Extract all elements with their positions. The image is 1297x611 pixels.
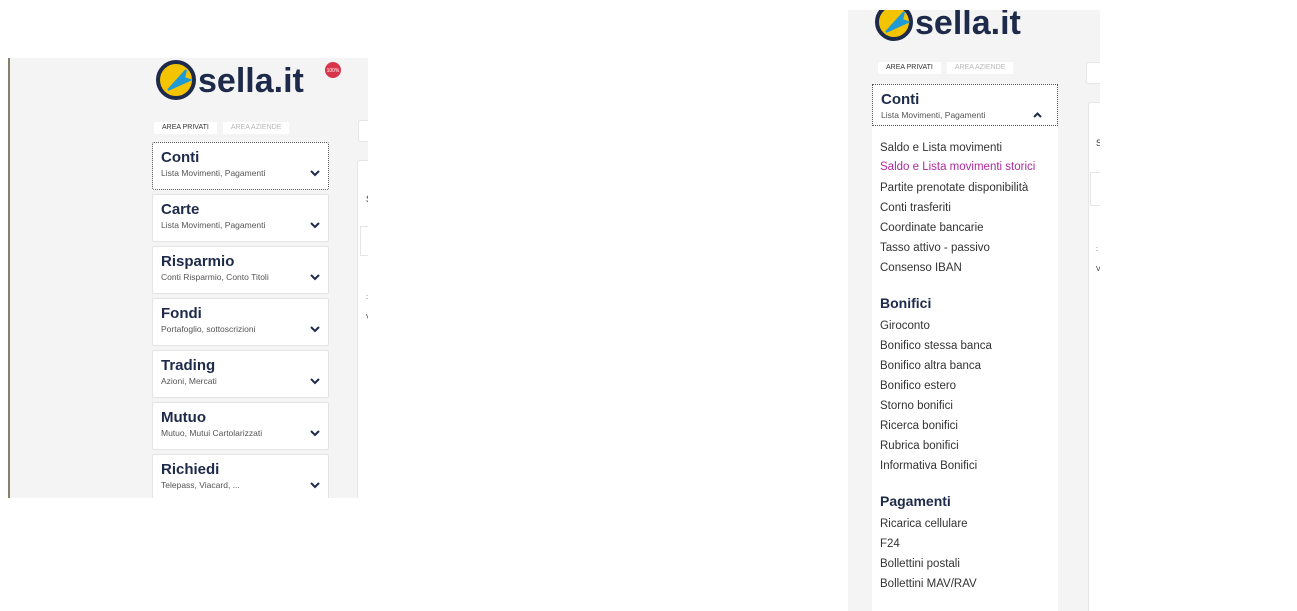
link-coordinate-bancarie[interactable]: Coordinate bancarie <box>880 218 1058 238</box>
content-text-fragment: : <box>1096 246 1098 253</box>
content-tab-edge <box>358 120 368 142</box>
menu-card-richiedi[interactable]: Richiedi Telepass, Viacard, ... <box>152 454 329 498</box>
menu-card-subtitle: Conti Risparmio, Conto Titoli <box>161 272 269 282</box>
logo-badge-text: 100% <box>327 68 340 74</box>
logo-text: sella.it <box>198 62 304 100</box>
menu-card-subtitle: Telepass, Viacard, ... <box>161 480 240 490</box>
section-title-bonifici: Bonifici <box>880 295 932 311</box>
left-screenshot-panel: sella.it 100% AREA PRIVATI AREA AZIENDE … <box>8 58 368 498</box>
menu-card-title: Mutuo <box>161 409 206 426</box>
chevron-down-icon[interactable] <box>310 273 320 281</box>
link-saldo-lista-movimenti-storici[interactable]: Saldo e Lista movimenti storici <box>880 158 1040 178</box>
menu-card-subtitle: Lista Movimenti, Pagamenti <box>881 110 986 120</box>
link-storno-bonifici[interactable]: Storno bonifici <box>880 396 1058 416</box>
tab-area-aziende[interactable]: AREA AZIENDE <box>222 122 290 134</box>
link-saldo-lista-movimenti[interactable]: Saldo e Lista movimenti <box>880 138 1058 158</box>
menu-card-title: Fondi <box>161 305 202 322</box>
menu-card-subtitle: Lista Movimenti, Pagamenti <box>161 168 266 178</box>
link-bonifico-altra-banca[interactable]: Bonifico altra banca <box>880 356 1058 376</box>
link-bollettini-postali[interactable]: Bollettini postali <box>880 554 1058 574</box>
menu-card-risparmio[interactable]: Risparmio Conti Risparmio, Conto Titoli <box>152 246 329 294</box>
area-tabs: AREA PRIVATI AREA AZIENDE <box>878 62 1048 74</box>
logo-text: sella.it <box>915 10 1021 42</box>
link-tasso-attivo-passivo[interactable]: Tasso attivo - passivo <box>880 238 1058 258</box>
link-giroconto[interactable]: Giroconto <box>880 316 1058 336</box>
tab-area-privati[interactable]: AREA PRIVATI <box>878 62 941 74</box>
chevron-down-icon[interactable] <box>310 221 320 229</box>
menu-card-subtitle: Mutuo, Mutui Cartolarizzati <box>161 428 263 438</box>
link-informativa-bonifici[interactable]: Informativa Bonifici <box>880 456 1058 476</box>
chevron-down-icon[interactable] <box>310 325 320 333</box>
menu-card-fondi[interactable]: Fondi Portafoglio, sottoscrizioni <box>152 298 329 346</box>
link-consenso-iban[interactable]: Consenso IBAN <box>880 258 1058 278</box>
chevron-down-icon[interactable] <box>310 377 320 385</box>
menu-card-carte[interactable]: Carte Lista Movimenti, Pagamenti <box>152 194 329 242</box>
link-bonifico-stessa-banca[interactable]: Bonifico stessa banca <box>880 336 1058 356</box>
tab-area-privati[interactable]: AREA PRIVATI <box>154 122 217 134</box>
content-text-fragment: V <box>366 314 368 321</box>
sella-logo[interactable]: sella.it <box>868 10 1048 44</box>
menu-card-subtitle: Azioni, Mercati <box>161 376 217 386</box>
link-conti-trasferiti[interactable]: Conti trasferiti <box>880 198 1058 218</box>
menu-card-title: Richiedi <box>161 461 220 478</box>
sella-logo[interactable]: sella.it 100% <box>148 58 348 116</box>
menu-card-title: Conti <box>161 149 200 166</box>
content-field-edge <box>360 226 368 256</box>
link-partite-prenotate[interactable]: Partite prenotate disponibilità <box>880 178 1058 198</box>
link-ricarica-cellulare[interactable]: Ricarica cellulare <box>880 514 1058 534</box>
right-screenshot-panel: sella.it AREA PRIVATI AREA AZIENDE S : V… <box>848 10 1100 611</box>
left-menu: Conti Lista Movimenti, Pagamenti Carte L… <box>152 142 329 498</box>
menu-card-conti-expanded[interactable]: Conti Lista Movimenti, Pagamenti <box>872 84 1058 126</box>
content-field-edge <box>1090 172 1100 206</box>
link-ricerca-bonifici[interactable]: Ricerca bonifici <box>880 416 1058 436</box>
menu-card-conti[interactable]: Conti Lista Movimenti, Pagamenti <box>152 142 329 190</box>
menu-card-subtitle: Portafoglio, sottoscrizioni <box>161 324 256 334</box>
chevron-down-icon[interactable] <box>310 169 320 177</box>
link-bollettini-mav-rav[interactable]: Bollettini MAV/RAV <box>880 574 1058 594</box>
link-f24[interactable]: F24 <box>880 534 1058 554</box>
menu-card-mutuo[interactable]: Mutuo Mutuo, Mutui Cartolarizzati <box>152 402 329 450</box>
tab-area-aziende[interactable]: AREA AZIENDE <box>946 62 1014 74</box>
chevron-up-icon[interactable] <box>1033 112 1042 119</box>
link-rubrica-bonifici[interactable]: Rubrica bonifici <box>880 436 1058 456</box>
content-text-fragment: S <box>366 194 368 204</box>
content-tab-edge <box>1086 62 1100 84</box>
menu-card-subtitle: Lista Movimenti, Pagamenti <box>161 220 266 230</box>
menu-card-title: Risparmio <box>161 253 235 270</box>
section-title-pagamenti: Pagamenti <box>880 493 951 509</box>
menu-card-title: Trading <box>161 357 216 374</box>
menu-card-title: Carte <box>161 201 200 218</box>
expanded-menu-conti: Conti Lista Movimenti, Pagamenti Saldo e… <box>872 84 1058 611</box>
content-text-fragment: V <box>1096 266 1100 273</box>
submenu-list: Saldo e Lista movimenti Saldo e Lista mo… <box>872 126 1058 594</box>
content-area-edge <box>357 160 368 498</box>
chevron-down-icon[interactable] <box>310 429 320 437</box>
link-bonifico-estero[interactable]: Bonifico estero <box>880 376 1058 396</box>
menu-card-trading[interactable]: Trading Azioni, Mercati <box>152 350 329 398</box>
chevron-down-icon[interactable] <box>310 481 320 489</box>
content-text-fragment: S <box>1096 138 1100 148</box>
area-tabs: AREA PRIVATI AREA AZIENDE <box>154 122 324 134</box>
content-text-fragment: : <box>366 294 368 301</box>
menu-card-title: Conti <box>881 91 920 108</box>
